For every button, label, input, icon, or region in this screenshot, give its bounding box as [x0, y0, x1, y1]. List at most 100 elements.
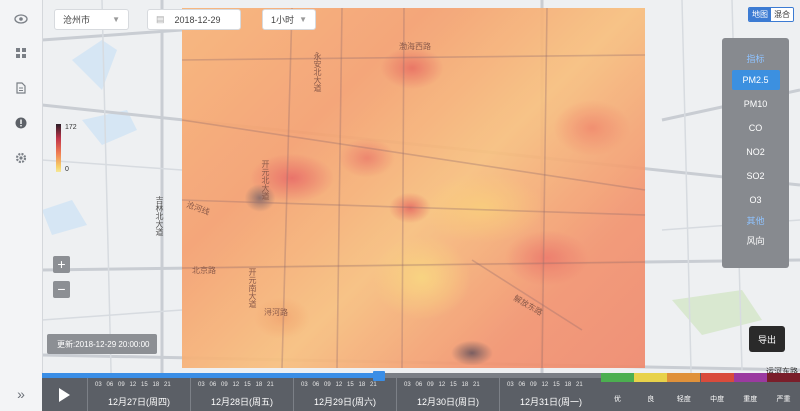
road-label: 吉林北大道: [155, 196, 164, 236]
timeline-hour-label[interactable]: 21: [473, 382, 485, 388]
settings-icon[interactable]: [13, 150, 29, 166]
aqi-level-scale: 优 良 轻度 中度 重度 严重: [601, 373, 800, 411]
timeline-hour-label[interactable]: 03: [404, 382, 416, 388]
aqi-level-1: 良: [634, 373, 668, 411]
heatmap-legend-bar: [56, 124, 61, 172]
timeline-hour-label[interactable]: 18: [153, 382, 165, 388]
timeline-hour-label[interactable]: 03: [198, 382, 210, 388]
timeline-day[interactable]: 03 06 09 12 15 18 21 12月31日(周一): [499, 378, 602, 411]
timeline-hour-label[interactable]: 15: [553, 382, 565, 388]
eye-icon[interactable]: [13, 11, 29, 27]
timeline-hour-label[interactable]: 06: [210, 382, 222, 388]
zoom-out-button[interactable]: −: [53, 281, 70, 298]
timeline-hour-label[interactable]: 03: [301, 382, 313, 388]
interval-value: 1小时: [271, 15, 295, 25]
timeline-day[interactable]: 03 06 09 12 15 18 21 12月29日(周六): [293, 378, 396, 411]
timeline-day[interactable]: 03 06 09 12 15 18 21 12月28日(周五): [190, 378, 293, 411]
aqi-swatch: [601, 373, 634, 382]
timeline-hour-label[interactable]: 15: [347, 382, 359, 388]
play-button[interactable]: [42, 378, 87, 411]
timeline-hour-label[interactable]: 21: [164, 382, 176, 388]
alert-icon[interactable]: [13, 115, 29, 131]
date-picker[interactable]: ▤ 2018-12-29: [147, 9, 241, 30]
indicator-wind-direction[interactable]: 风向: [732, 230, 780, 250]
map-type-map[interactable]: 地图: [749, 8, 771, 21]
road-label: 浔河路: [264, 308, 288, 317]
timeline-hour-label[interactable]: 09: [118, 382, 130, 388]
timeline-hour-label[interactable]: 12: [130, 382, 142, 388]
aqi-swatch: [733, 373, 767, 382]
indicator-no2[interactable]: NO2: [732, 142, 780, 162]
timeline-hours: 03 06 09 12 15 18 21: [500, 378, 602, 391]
timeline-hour-label[interactable]: 15: [450, 382, 462, 388]
document-icon[interactable]: [13, 80, 29, 96]
date-value: 2018-12-29: [174, 14, 221, 25]
timeline-hour-label[interactable]: 18: [462, 382, 474, 388]
aqi-label: 重度: [743, 396, 758, 403]
timeline-hour-label[interactable]: 21: [576, 382, 588, 388]
timeline-hour-label[interactable]: 03: [507, 382, 519, 388]
timeline-hours: 03 06 09 12 15 18 21: [294, 378, 396, 391]
indicator-o3[interactable]: O3: [732, 190, 780, 210]
aqi-level-4: 重度: [733, 373, 767, 411]
timeline-date-label: 12月27日(周四): [107, 397, 171, 407]
indicator-pm10[interactable]: PM10: [732, 94, 780, 114]
timeline-hour-label[interactable]: 18: [565, 382, 577, 388]
timeline-hour-label[interactable]: 09: [530, 382, 542, 388]
interval-select[interactable]: 1小时 ▼: [262, 9, 316, 30]
expand-sidebar-icon[interactable]: »: [0, 376, 42, 411]
map-type-hybrid[interactable]: 混合: [771, 8, 793, 21]
timeline-hour-label[interactable]: 18: [359, 382, 371, 388]
timeline-hour-label[interactable]: 12: [336, 382, 348, 388]
timeline-hour-label[interactable]: 06: [107, 382, 119, 388]
timeline-hour-label[interactable]: 06: [519, 382, 531, 388]
city-select[interactable]: 沧州市 ▼: [54, 9, 129, 30]
timeline-hour-label[interactable]: 03: [95, 382, 107, 388]
timeline-hour-label[interactable]: 09: [324, 382, 336, 388]
timeline-hours: 03 06 09 12 15 18 21: [397, 378, 499, 391]
timeline-hours: 03 06 09 12 15 18 21: [88, 378, 190, 391]
timeline-hour-label[interactable]: 15: [244, 382, 256, 388]
timeline-hour-label[interactable]: 21: [267, 382, 279, 388]
timeline-hour-label[interactable]: 15: [141, 382, 153, 388]
timeline-date-label: 12月31日(周一): [519, 397, 583, 407]
aqi-swatch: [767, 373, 800, 382]
timeline-date-label: 12月30日(周日): [416, 397, 480, 407]
aqi-label: 良: [647, 396, 655, 403]
play-icon: [59, 387, 70, 402]
aqi-swatch: [634, 373, 668, 382]
aqi-swatch: [700, 373, 734, 382]
timeline-hours: 03 06 09 12 15 18 21: [191, 378, 293, 391]
timeline-hour-label[interactable]: 21: [370, 382, 382, 388]
export-button[interactable]: 导出: [749, 326, 785, 352]
timeline-hour-label[interactable]: 09: [221, 382, 233, 388]
timeline-hour-label[interactable]: 18: [256, 382, 268, 388]
indicator-co[interactable]: CO: [732, 118, 780, 138]
indicator-panel: 指标 PM2.5 PM10 CO NO2 SO2 O3 其他 风向: [722, 38, 789, 268]
left-toolbar: »: [0, 0, 43, 411]
indicator-section-title: 指标: [746, 54, 765, 64]
aqi-swatch: [667, 373, 701, 382]
timeline-day[interactable]: 03 06 09 12 15 18 21 12月27日(周四): [87, 378, 190, 411]
aqi-level-0: 优: [601, 373, 634, 411]
aqi-label: 轻度: [676, 396, 691, 403]
road-label: 渤海西路: [399, 42, 431, 51]
grid-icon[interactable]: [13, 45, 29, 61]
road-label: 开元南大道: [248, 268, 257, 308]
aqi-label: 中度: [710, 396, 725, 403]
timeline-hour-label[interactable]: 06: [313, 382, 325, 388]
timeline-hour-label[interactable]: 09: [427, 382, 439, 388]
timeline-day[interactable]: 03 06 09 12 15 18 21 12月30日(周日): [396, 378, 499, 411]
timeline-hour-label[interactable]: 12: [542, 382, 554, 388]
aqi-label: 严重: [776, 396, 791, 403]
timeline-hour-label[interactable]: 12: [233, 382, 245, 388]
road-label: 北京路: [192, 266, 216, 275]
aqi-level-2: 轻度: [667, 373, 701, 411]
zoom-in-button[interactable]: +: [53, 256, 70, 273]
legend-max: 172: [65, 124, 77, 131]
aqi-label: 优: [614, 396, 621, 403]
indicator-so2[interactable]: SO2: [732, 166, 780, 186]
indicator-pm25[interactable]: PM2.5: [731, 70, 780, 90]
timeline-hour-label[interactable]: 06: [416, 382, 428, 388]
timeline-hour-label[interactable]: 12: [439, 382, 451, 388]
